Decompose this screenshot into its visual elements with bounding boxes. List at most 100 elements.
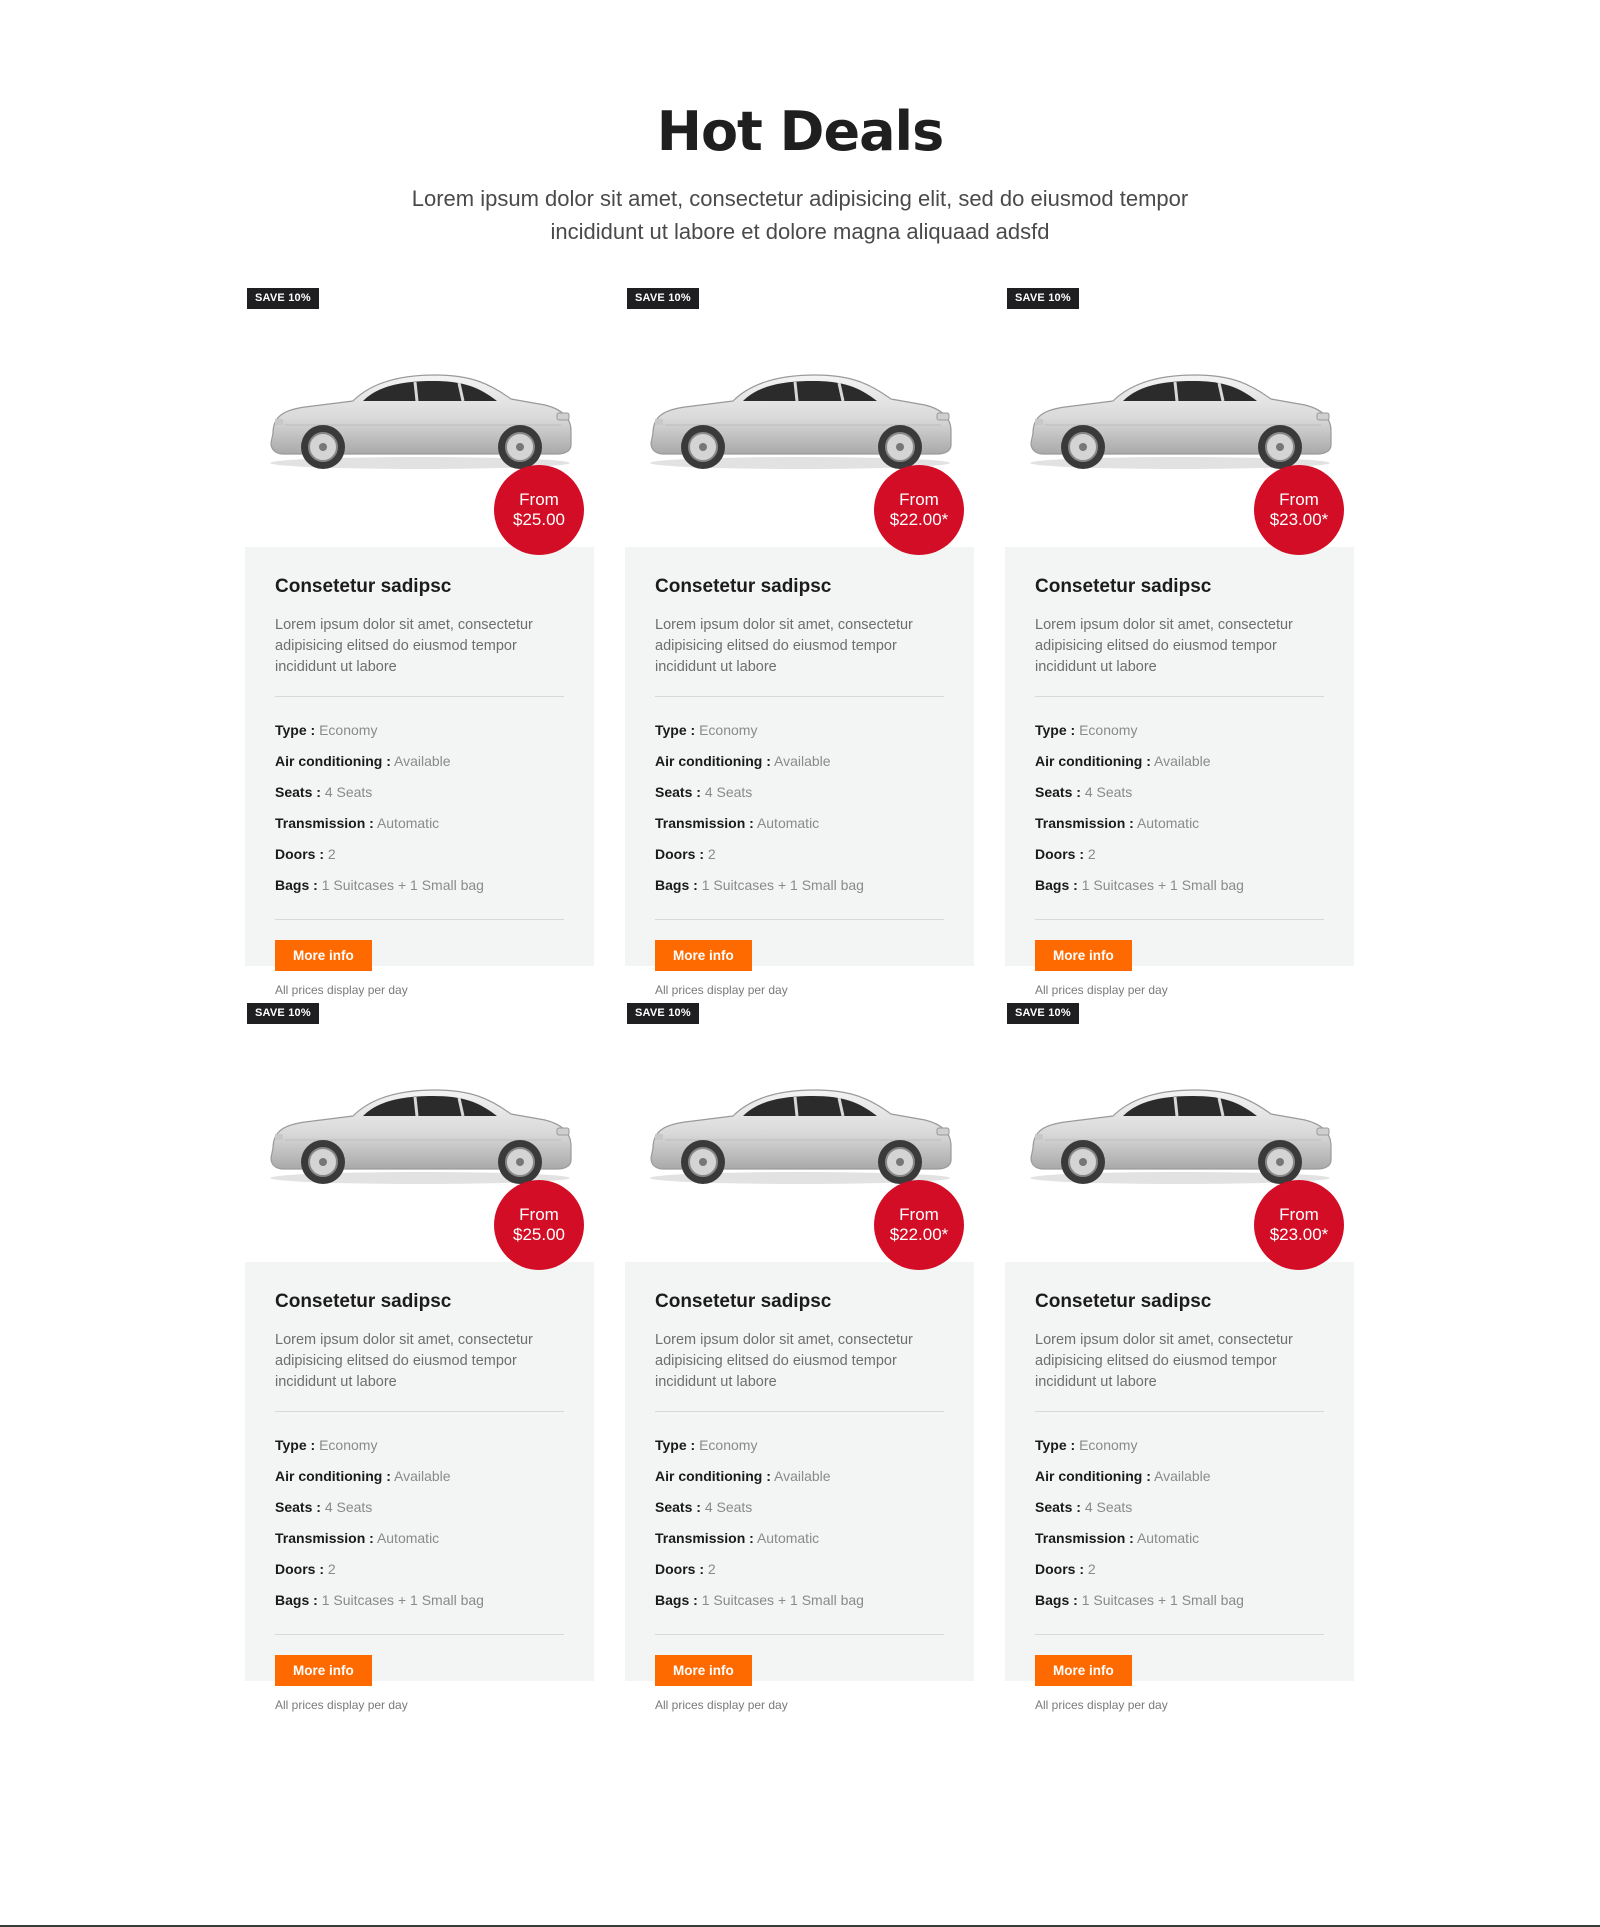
more-info-button[interactable]: More info: [275, 1655, 372, 1686]
spec-value: Economy: [1079, 1437, 1138, 1453]
price-from-label: From: [1279, 1205, 1319, 1224]
spec-label: Air conditioning :: [655, 753, 771, 769]
car-image: [650, 374, 952, 469]
more-info-button[interactable]: More info: [655, 1655, 752, 1686]
spec-label: Transmission :: [1035, 1530, 1134, 1546]
spec-type: Type : Economy: [1035, 715, 1324, 746]
card-description: Lorem ipsum dolor sit amet, consectetur …: [1035, 1332, 1293, 1390]
divider: [1035, 696, 1324, 697]
more-info-button[interactable]: More info: [275, 940, 372, 971]
spec-type: Type : Economy: [1035, 1430, 1324, 1461]
spec-value: 2: [707, 846, 716, 862]
price-from-label: From: [1279, 490, 1319, 509]
spec-label: Type :: [275, 1437, 316, 1453]
price-from-label: From: [519, 490, 559, 509]
card-description: Lorem ipsum dolor sit amet, consectetur …: [275, 617, 533, 675]
price-note: All prices display per day: [275, 983, 408, 997]
spec-doors: Doors : 2: [655, 839, 944, 870]
spec-value: 4 Seats: [324, 1499, 373, 1515]
card-image-area: SAVE 10%: [1005, 285, 1354, 555]
spec-value: Available: [774, 753, 831, 769]
car-image: [270, 374, 572, 469]
spec-value: 4 Seats: [704, 1499, 753, 1515]
spec-label: Seats :: [655, 784, 701, 800]
spec-value: Economy: [699, 1437, 758, 1453]
spec-doors: Doors : 2: [655, 1554, 944, 1585]
price-value: $22.00*: [889, 510, 949, 529]
spec-bags: Bags : 1 Suitcases + 1 Small bag: [1035, 1585, 1324, 1616]
spec-label: Transmission :: [1035, 815, 1134, 831]
spec-value: 4 Seats: [324, 784, 373, 800]
spec-value: Economy: [319, 1437, 378, 1453]
spec-label: Bags :: [275, 1592, 318, 1608]
save-badge: SAVE 10%: [1007, 288, 1079, 309]
spec-doors: Doors : 2: [1035, 1554, 1324, 1585]
spec-type: Type : Economy: [655, 715, 944, 746]
deal-card: SAVE 10%: [1005, 1000, 1354, 1712]
divider: [655, 1634, 944, 1635]
spec-label: Doors :: [275, 1561, 324, 1577]
spec-value: Available: [1154, 1468, 1211, 1484]
car-image: [270, 1089, 572, 1184]
price-badge: From $23.00*: [1254, 1180, 1344, 1270]
spec-value: 2: [1087, 846, 1096, 862]
spec-value: 2: [1087, 1561, 1096, 1577]
card-description: Lorem ipsum dolor sit amet, consectetur …: [275, 1332, 533, 1390]
spec-value: 1 Suitcases + 1 Small bag: [1081, 1592, 1244, 1608]
spec-value: 4 Seats: [704, 784, 753, 800]
spec-seats: Seats : 4 Seats: [275, 777, 564, 808]
spec-value: Automatic: [376, 1530, 440, 1546]
divider: [275, 1634, 564, 1635]
spec-value: 2: [327, 846, 336, 862]
card-body: Consetetur sadipsc Lorem ipsum dolor sit…: [625, 547, 974, 997]
spec-value: Economy: [1079, 722, 1138, 738]
spec-value: 1 Suitcases + 1 Small bag: [321, 1592, 484, 1608]
spec-value: Automatic: [1136, 815, 1200, 831]
spec-list: Type : Economy Air conditioning : Availa…: [1035, 715, 1324, 901]
spec-air-conditioning: Air conditioning : Available: [275, 1461, 564, 1492]
spec-doors: Doors : 2: [275, 1554, 564, 1585]
spec-list: Type : Economy Air conditioning : Availa…: [655, 1430, 944, 1616]
spec-bags: Bags : 1 Suitcases + 1 Small bag: [655, 1585, 944, 1616]
spec-value: 4 Seats: [1084, 784, 1133, 800]
spec-type: Type : Economy: [275, 1430, 564, 1461]
spec-label: Air conditioning :: [655, 1468, 771, 1484]
more-info-button[interactable]: More info: [655, 940, 752, 971]
spec-label: Type :: [1035, 1437, 1076, 1453]
spec-type: Type : Economy: [655, 1430, 944, 1461]
spec-doors: Doors : 2: [1035, 839, 1324, 870]
price-from-label: From: [899, 490, 939, 509]
price-note: All prices display per day: [275, 1698, 408, 1712]
more-info-button[interactable]: More info: [1035, 1655, 1132, 1686]
spec-transmission: Transmission : Automatic: [1035, 1523, 1324, 1554]
spec-bags: Bags : 1 Suitcases + 1 Small bag: [275, 870, 564, 901]
spec-label: Bags :: [275, 877, 318, 893]
spec-value: Automatic: [1136, 1530, 1200, 1546]
car-image: [650, 1089, 952, 1184]
card-title: Consetetur sadipsc: [1035, 576, 1212, 597]
price-note: All prices display per day: [1035, 1698, 1168, 1712]
spec-label: Bags :: [655, 1592, 698, 1608]
deal-card: SAVE 10%: [625, 285, 974, 997]
spec-type: Type : Economy: [275, 715, 564, 746]
spec-label: Doors :: [655, 846, 704, 862]
card-body: Consetetur sadipsc Lorem ipsum dolor sit…: [1005, 1262, 1354, 1712]
card-image-area: SAVE 10%: [625, 285, 974, 555]
spec-label: Doors :: [1035, 1561, 1084, 1577]
spec-label: Type :: [275, 722, 316, 738]
card-image-area: SAVE 10%: [1005, 1000, 1354, 1270]
spec-doors: Doors : 2: [275, 839, 564, 870]
card-title: Consetetur sadipsc: [275, 1291, 452, 1312]
spec-transmission: Transmission : Automatic: [655, 1523, 944, 1554]
more-info-button[interactable]: More info: [1035, 940, 1132, 971]
divider: [655, 919, 944, 920]
spec-value: Available: [394, 753, 451, 769]
spec-air-conditioning: Air conditioning : Available: [275, 746, 564, 777]
spec-value: Economy: [319, 722, 378, 738]
spec-label: Air conditioning :: [275, 753, 391, 769]
price-badge: From $23.00*: [1254, 465, 1344, 555]
spec-transmission: Transmission : Automatic: [655, 808, 944, 839]
spec-air-conditioning: Air conditioning : Available: [1035, 1461, 1324, 1492]
spec-list: Type : Economy Air conditioning : Availa…: [275, 1430, 564, 1616]
divider: [655, 1411, 944, 1412]
